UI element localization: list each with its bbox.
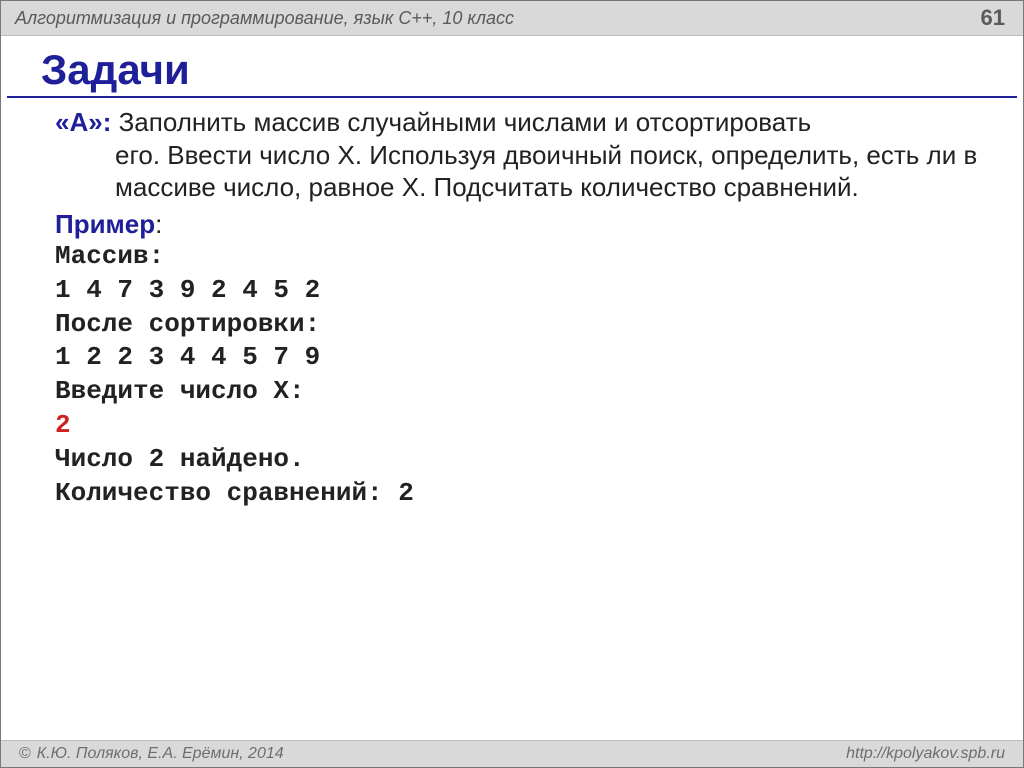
page-number: 61 — [981, 5, 1005, 31]
mono-line-2: 1 4 7 3 9 2 4 5 2 — [55, 275, 320, 305]
mono-line-3: После сортировки: — [55, 309, 320, 339]
example-colon: : — [155, 209, 162, 239]
copyright-icon: © — [19, 745, 31, 763]
slide: Алгоритмизация и программирование, язык … — [0, 0, 1024, 768]
example-heading: Пример: — [55, 208, 983, 241]
footer-bar: © К.Ю. Поляков, Е.А. Ерёмин, 2014 http:/… — [1, 740, 1023, 767]
mono-line-4: 1 2 2 3 4 4 5 7 9 — [55, 342, 320, 372]
task-text-line1: Заполнить массив случайными числами и от… — [119, 107, 812, 137]
copyright-text: К.Ю. Поляков, Е.А. Ерёмин, 2014 — [37, 745, 284, 763]
mono-line-6: 2 — [55, 410, 71, 440]
header-bar: Алгоритмизация и программирование, язык … — [1, 1, 1023, 36]
mono-line-7: Число 2 найдено. — [55, 444, 305, 474]
course-title: Алгоритмизация и программирование, язык … — [15, 8, 514, 29]
task-text-rest: его. Ввести число X. Используя двоичный … — [55, 139, 983, 204]
task-block: «A»: Заполнить массив случайными числами… — [55, 106, 983, 204]
mono-line-5: Введите число X: — [55, 376, 305, 406]
mono-line-8: Количество сравнений: 2 — [55, 478, 414, 508]
footer-url: http://kpolyakov.spb.ru — [846, 745, 1005, 763]
example-output: Массив: 1 4 7 3 9 2 4 5 2 После сортиров… — [55, 240, 983, 510]
slide-title: Задачи — [7, 36, 1017, 98]
slide-body: «A»: Заполнить массив случайными числами… — [1, 98, 1023, 510]
example-label: Пример — [55, 209, 155, 239]
task-label: «A»: — [55, 107, 111, 137]
mono-line-1: Массив: — [55, 241, 164, 271]
copyright: © К.Ю. Поляков, Е.А. Ерёмин, 2014 — [19, 745, 284, 763]
